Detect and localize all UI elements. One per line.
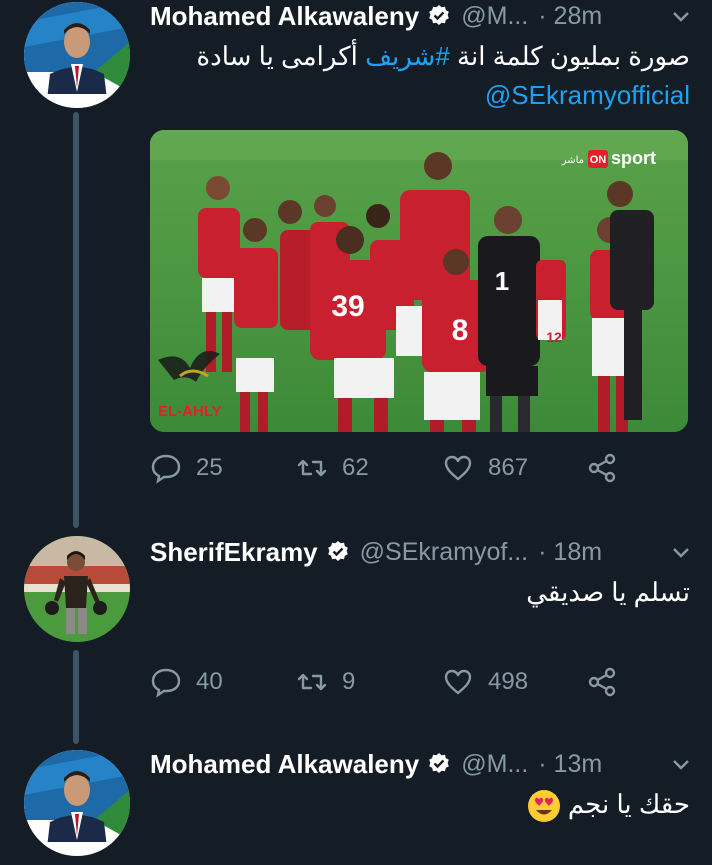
retweet-icon [297, 459, 327, 477]
like-button[interactable]: 867 [442, 452, 528, 484]
tweet-media-photo[interactable]: 39 8 1 12 ON sport ماشر EL-AHLY [150, 130, 688, 432]
author-name[interactable]: Mohamed Alkawaleny [150, 749, 419, 780]
author-handle[interactable]: @M... [461, 750, 528, 779]
reply-button[interactable]: 25 [150, 452, 223, 484]
verified-badge-icon [429, 753, 450, 773]
tweet-2-actions: 40 9 498 [150, 666, 630, 706]
tweet-1-header: Mohamed Alkawaleny @M... · 28m [150, 0, 692, 36]
like-icon [444, 669, 472, 695]
tweet-time[interactable]: · 13m [538, 750, 602, 779]
tweet-3-header: Mohamed Alkawaleny @M... · 13m [150, 744, 692, 784]
jersey-number-39: 39 [331, 290, 364, 323]
verified-badge-icon [429, 5, 450, 25]
tweet-time[interactable]: · 28m [538, 2, 602, 31]
retweet-button[interactable]: 62 [296, 452, 369, 484]
reply-icon [151, 454, 181, 484]
jersey-number-12: 12 [546, 329, 562, 345]
tweet-3-text: حقك يا نجم [527, 786, 690, 823]
like-count: 498 [488, 668, 529, 695]
chevron-down-icon[interactable] [670, 5, 692, 27]
tweet-1-actions: 25 62 867 [150, 452, 630, 492]
tweet-2-header: SherifEkramy @SEkramyof... · 18m [150, 532, 692, 572]
avatar-mohamed[interactable] [24, 2, 130, 108]
tweet-1-text: صورة بمليون كلمة انة #شريف أكرامى يا ساد… [197, 38, 690, 74]
mention-link[interactable]: @SEkramyofficial [485, 80, 690, 111]
broadcaster-sport: sport [611, 148, 656, 168]
author-name[interactable]: Mohamed Alkawaleny [150, 1, 419, 32]
retweet-button[interactable]: 9 [296, 666, 355, 698]
reply-icon [151, 668, 181, 698]
share-icon [588, 667, 616, 697]
author-handle[interactable]: @M... [461, 2, 528, 31]
avatar-mohamed[interactable] [24, 750, 130, 856]
avatar-sherif[interactable] [24, 536, 130, 642]
broadcaster-on: ON [590, 154, 607, 166]
text-after: أكرامى يا سادة [196, 41, 366, 71]
like-icon [444, 455, 472, 481]
tweet-1[interactable]: Mohamed Alkawaleny @M... · 28m صورة بملي… [0, 0, 712, 530]
hashtag-link[interactable]: #شريف [365, 41, 450, 71]
tweet-2[interactable]: SherifEkramy @SEkramyof... · 18m تسلم يا… [0, 536, 712, 736]
tweet-time[interactable]: · 18m [538, 538, 602, 567]
share-button[interactable] [586, 666, 632, 698]
reply-count: 40 [196, 668, 223, 695]
live-label: ماشر [561, 155, 584, 166]
tweet-3[interactable]: Mohamed Alkawaleny @M... · 13m حقك يا نج… [0, 748, 712, 865]
jersey-number-8: 8 [452, 314, 469, 347]
author-name[interactable]: SherifEkramy [150, 537, 318, 568]
retweet-count: 9 [342, 668, 356, 695]
watermark-text: EL-AHLY [158, 403, 222, 420]
tweet-2-text: تسلم يا صديقي [526, 577, 690, 607]
share-icon [588, 453, 616, 483]
like-button[interactable]: 498 [442, 666, 528, 698]
heart-eyes-emoji [527, 790, 560, 823]
author-handle[interactable]: @SEkramyof... [360, 538, 528, 567]
chevron-down-icon[interactable] [670, 753, 692, 775]
like-count: 867 [488, 454, 529, 481]
tweet-3-text-content: حقك يا نجم [567, 789, 690, 819]
retweet-count: 62 [342, 454, 369, 481]
reply-button[interactable]: 40 [150, 666, 223, 698]
reply-count: 25 [196, 454, 223, 481]
verified-badge-icon [327, 541, 348, 561]
chevron-down-icon[interactable] [670, 541, 692, 563]
jersey-number-1: 1 [495, 266, 509, 296]
share-button[interactable] [586, 452, 632, 484]
text-before: صورة بمليون كلمة انة [449, 41, 690, 71]
retweet-icon [297, 673, 327, 691]
